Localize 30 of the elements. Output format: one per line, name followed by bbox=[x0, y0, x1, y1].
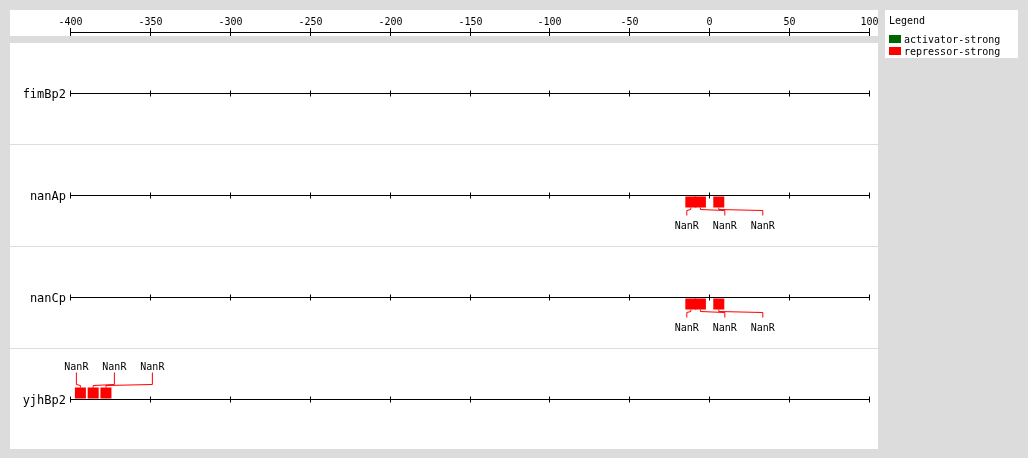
promoter-label: nanCp bbox=[29, 290, 66, 305]
site-label: NanR bbox=[750, 321, 775, 333]
site-label: NanR bbox=[712, 219, 737, 231]
tick-label: -150 bbox=[458, 16, 483, 27]
tick-label: -50 bbox=[620, 16, 639, 27]
tick-label: -350 bbox=[138, 16, 163, 27]
tick-label: -300 bbox=[218, 16, 243, 27]
tick-label: 100 bbox=[860, 16, 878, 27]
leader-line bbox=[686, 309, 692, 318]
promoter-label: nanAp bbox=[29, 188, 66, 203]
tick-label: -400 bbox=[58, 16, 83, 27]
site-label: NanR bbox=[64, 360, 89, 372]
legend-title: Legend bbox=[889, 15, 927, 26]
tick-label: 0 bbox=[706, 16, 713, 27]
tick-label: -250 bbox=[298, 16, 323, 27]
site-label: NanR bbox=[712, 321, 737, 333]
tick-label: -100 bbox=[537, 16, 562, 27]
site-label: NanR bbox=[674, 321, 699, 333]
site-label: NanR bbox=[750, 219, 775, 231]
site-label: NanR bbox=[674, 219, 699, 231]
site-label: NanR bbox=[102, 360, 127, 372]
legend-label: repressor-strong bbox=[904, 45, 1001, 57]
promoter-label: yjhBp2 bbox=[22, 392, 66, 407]
promoter-label: fimBp2 bbox=[22, 86, 66, 101]
site-label: NanR bbox=[140, 360, 165, 372]
leader-line bbox=[686, 207, 692, 216]
leader-line bbox=[75, 372, 81, 388]
legend-label: activator-strong bbox=[904, 33, 1001, 45]
tick-label: -200 bbox=[378, 16, 403, 27]
tick-label: 50 bbox=[783, 16, 796, 27]
